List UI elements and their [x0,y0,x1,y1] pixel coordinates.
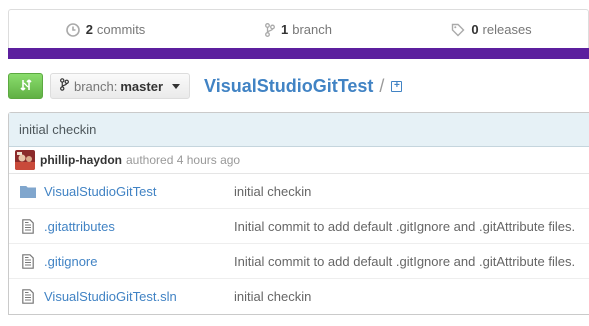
branch-selector-value: master [120,78,164,94]
file-table: initial checkin phillip-haydon authored … [8,112,589,315]
path-separator: / [379,75,385,96]
compare-icon [19,78,33,95]
file-commit-message[interactable]: Initial commit to add default .gitIgnore… [234,219,575,234]
commits-label: commits [96,22,146,37]
folder-icon [9,185,44,198]
branch-icon [60,78,69,94]
last-commit-message[interactable]: initial checkin [9,113,589,147]
branch-selector-label: branch: [74,78,118,94]
file-icon [9,218,44,234]
last-commit-meta: phillip-haydon authored 4 hours ago [9,147,589,174]
commits-count: 2 [85,22,93,37]
file-commit-message[interactable]: Initial commit to add default .gitIgnore… [234,254,575,269]
file-row[interactable]: VisualStudioGitTest initial checkin [9,174,589,209]
repo-stats-bar: 2 commits 1 branch 0 releases [8,9,589,49]
repo-name-link[interactable]: VisualStudioGitTest [204,76,373,97]
commit-time: authored 4 hours ago [126,153,241,167]
compare-button[interactable] [8,73,43,99]
language-bar[interactable] [8,48,589,59]
file-commit-message[interactable]: initial checkin [234,184,311,199]
file-icon [9,289,44,304]
branch-selector[interactable]: branch: master [50,73,191,99]
file-navigation: branch: master VisualStudioGitTest / + [8,73,403,99]
file-row[interactable]: VisualStudioGitTest.sln initial checkin [9,279,589,314]
file-commit-message[interactable]: initial checkin [234,289,311,304]
branch-icon [265,22,275,37]
file-name-link[interactable]: .gitignore [44,254,234,269]
file-row[interactable]: .gitignore Initial commit to add default… [9,244,589,279]
branches-stat[interactable]: 1 branch [202,10,395,49]
branches-count: 1 [281,22,289,37]
commits-stat[interactable]: 2 commits [9,10,202,49]
commit-author-link[interactable]: phillip-haydon [40,153,122,167]
releases-stat[interactable]: 0 releases [395,10,588,49]
tag-icon [451,23,465,37]
file-icon [9,253,44,269]
file-name-link[interactable]: VisualStudioGitTest [44,184,234,199]
avatar[interactable] [15,150,35,170]
history-icon [65,22,80,37]
branches-label: branch [292,22,332,37]
add-file-icon[interactable]: + [391,80,403,92]
file-name-link[interactable]: .gitattributes [44,219,234,234]
file-name-link[interactable]: VisualStudioGitTest.sln [44,289,234,304]
releases-count: 0 [471,22,479,37]
releases-label: releases [482,22,532,37]
file-row[interactable]: .gitattributes Initial commit to add def… [9,209,589,244]
chevron-down-icon [172,83,181,89]
